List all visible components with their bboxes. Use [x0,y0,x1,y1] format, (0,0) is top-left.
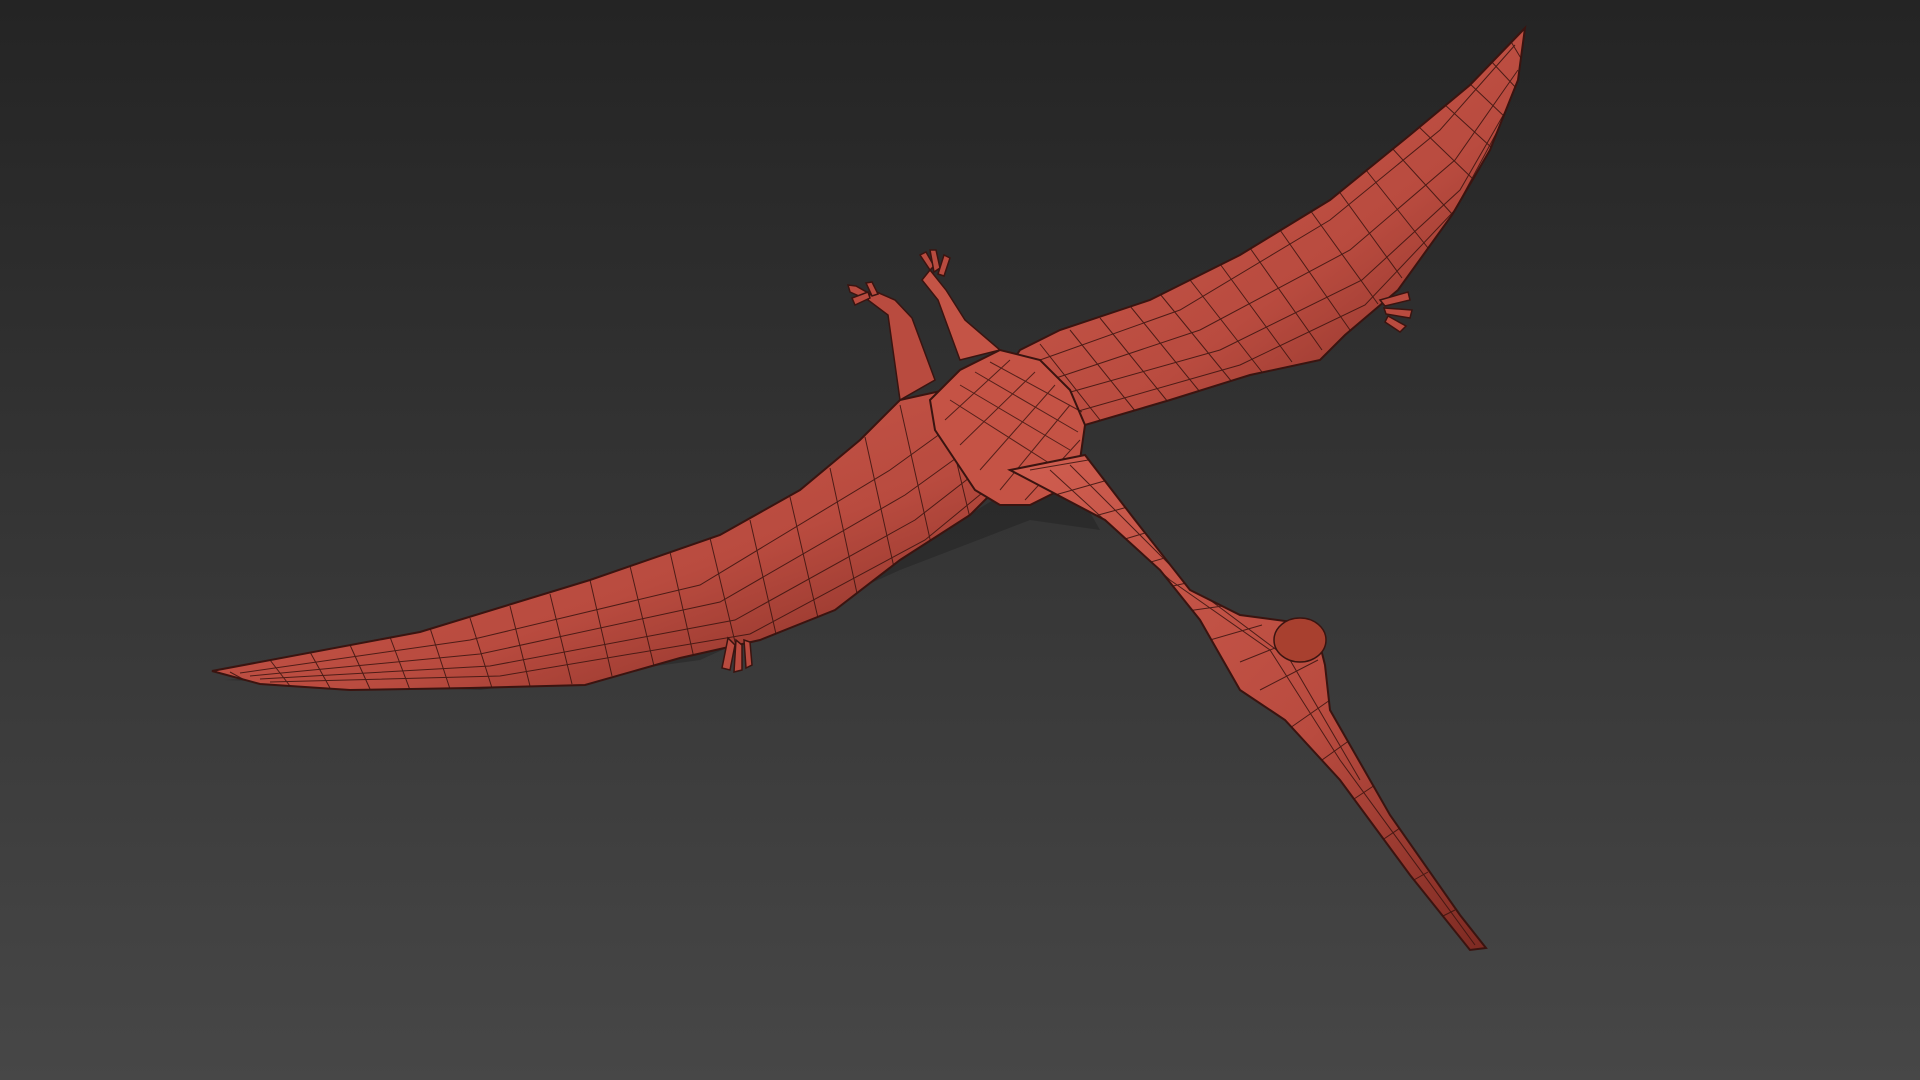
left-wing [211,388,1017,692]
right-wing-claw [1378,291,1413,333]
3d-viewport[interactable] [0,0,1920,1080]
left-wing-claw [721,636,753,673]
right-wing [998,25,1527,427]
neck-and-head [1007,453,1488,952]
right-foot [918,249,951,277]
head-eye-area [1273,617,1327,663]
pterosaur-model[interactable] [0,0,1920,1080]
